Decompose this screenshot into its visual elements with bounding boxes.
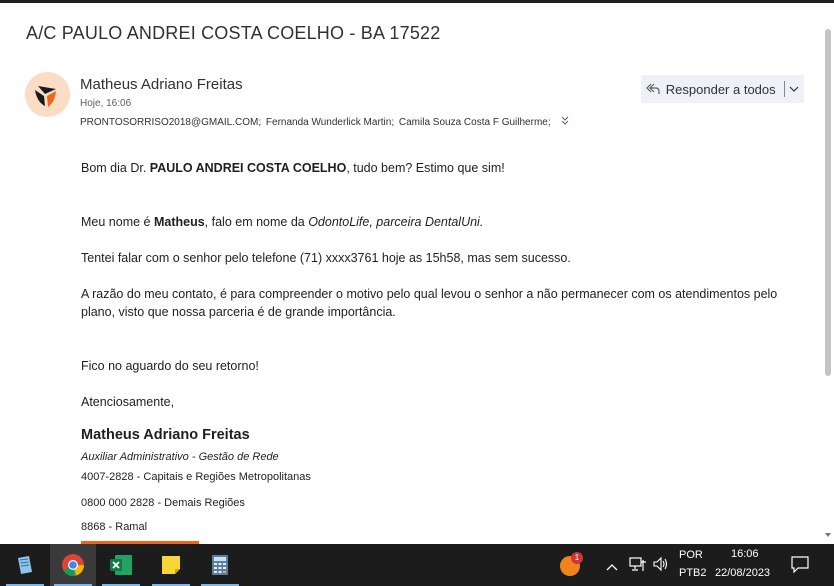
- email-reading-pane: A/C PAULO ANDREI COSTA COELHO - BA 17522…: [0, 3, 822, 544]
- recipient-item[interactable]: PRONTOSORRISO2018@GMAIL.COM;: [80, 117, 261, 128]
- body-awaiting: Fico no aguardo do seu retorno!: [81, 359, 259, 373]
- input-language[interactable]: POR: [679, 549, 703, 561]
- chevron-down-icon[interactable]: [785, 86, 804, 92]
- calculator-icon: [212, 555, 228, 575]
- body-call-attempt: Tentei falar com o senhor pelo telefone …: [81, 251, 571, 265]
- body-closing: Atenciosamente,: [81, 395, 175, 409]
- taskbar-notepad[interactable]: [2, 544, 48, 586]
- taskbar-excel[interactable]: [98, 544, 144, 586]
- clock-date[interactable]: 22/08/2023: [715, 567, 770, 579]
- sender-name[interactable]: Matheus Adriano Freitas: [80, 76, 243, 93]
- body-greeting: Bom dia Dr. PAULO ANDREI COSTA COELHO, t…: [81, 161, 505, 175]
- notification-badge: 1: [571, 552, 583, 564]
- excel-icon: [110, 555, 132, 575]
- body-reason: A razão do meu contato, é para compreend…: [81, 287, 778, 319]
- recipient-item[interactable]: Fernanda Wunderlick Martin;: [266, 117, 394, 128]
- odontolife-logo-icon: [35, 86, 56, 107]
- signature-phone-regions: 0800 000 2828 - Demais Regiões: [81, 497, 245, 509]
- scrollbar-thumb[interactable]: [825, 29, 831, 376]
- scroll-down-icon[interactable]: [825, 533, 831, 537]
- signature-extension: 8868 - Ramal: [81, 521, 148, 533]
- email-subject: A/C PAULO ANDREI COSTA COELHO - BA 17522: [26, 23, 441, 43]
- signature-phone-capitals: 4007-2828 - Capitais e Regiões Metropoli…: [81, 471, 311, 483]
- vertical-scrollbar[interactable]: [822, 3, 834, 544]
- email-date: Hoje, 16:06: [80, 98, 132, 109]
- volume-icon[interactable]: [652, 556, 670, 577]
- sender-avatar[interactable]: [25, 72, 70, 117]
- recipients-line: PRONTOSORRISO2018@GMAIL.COM; Fernanda Wu…: [80, 116, 569, 128]
- reply-all-button[interactable]: Responder a todos: [641, 75, 804, 103]
- body-intro: Meu nome é Matheus, falo em nome da Odon…: [81, 215, 484, 229]
- chevron-up-icon[interactable]: [606, 558, 618, 576]
- windows-taskbar: 1 POR PTB2 16:06 22/08/2023: [0, 544, 834, 586]
- reply-all-label: Responder a todos: [665, 81, 776, 97]
- sticky-notes-icon: [162, 556, 180, 574]
- expand-recipients-icon[interactable]: [561, 116, 569, 128]
- notepad-icon: [18, 556, 32, 574]
- keyboard-layout[interactable]: PTB2: [679, 567, 707, 579]
- signature-name: Matheus Adriano Freitas: [81, 427, 250, 443]
- network-icon[interactable]: [629, 556, 647, 577]
- taskbar-chrome[interactable]: [50, 544, 96, 586]
- reply-all-icon: [641, 83, 666, 95]
- recipient-item[interactable]: Camila Souza Costa F Guilherme;: [399, 117, 551, 128]
- notifications-icon[interactable]: [790, 555, 810, 578]
- chrome-icon: [62, 554, 85, 577]
- taskbar-sticky-notes[interactable]: [148, 544, 194, 586]
- signature-role: Auxiliar Administrativo - Gestão de Rede: [81, 451, 279, 463]
- tray-app-notification[interactable]: 1: [558, 552, 584, 577]
- taskbar-calculator[interactable]: [197, 544, 243, 586]
- clock-time[interactable]: 16:06: [731, 548, 759, 560]
